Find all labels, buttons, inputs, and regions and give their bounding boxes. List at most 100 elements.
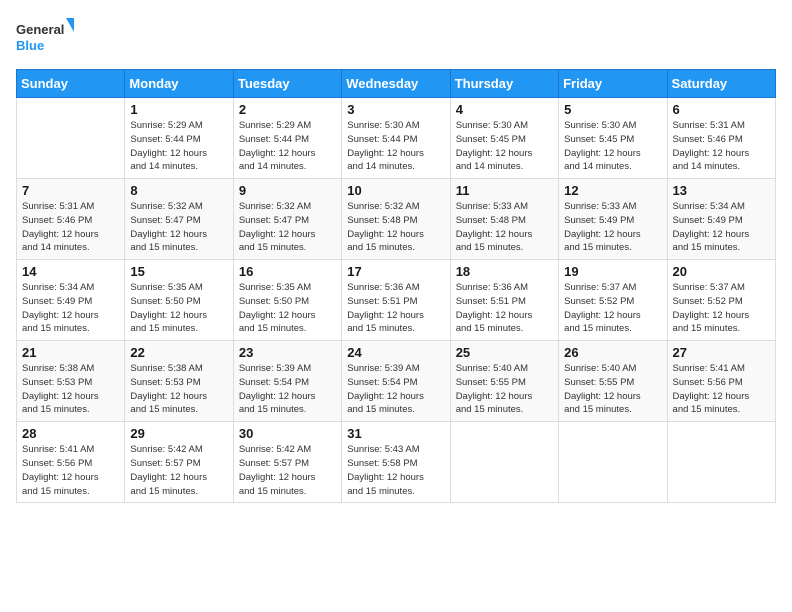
calendar-cell [559, 422, 667, 503]
header-row: SundayMondayTuesdayWednesdayThursdayFrid… [17, 70, 776, 98]
day-info: Sunrise: 5:41 AM Sunset: 5:56 PM Dayligh… [22, 443, 119, 498]
day-info: Sunrise: 5:32 AM Sunset: 5:47 PM Dayligh… [130, 200, 227, 255]
day-number: 4 [456, 102, 553, 117]
calendar-cell: 31 Sunrise: 5:43 AM Sunset: 5:58 PM Dayli… [342, 422, 450, 503]
day-number: 9 [239, 183, 336, 198]
day-number: 5 [564, 102, 661, 117]
day-info: Sunrise: 5:38 AM Sunset: 5:53 PM Dayligh… [130, 362, 227, 417]
day-info: Sunrise: 5:30 AM Sunset: 5:45 PM Dayligh… [564, 119, 661, 174]
svg-text:Blue: Blue [16, 38, 44, 53]
column-header-saturday: Saturday [667, 70, 775, 98]
week-row: 1Sunrise: 5:29 AM Sunset: 5:44 PM Daylig… [17, 98, 776, 179]
calendar-cell: 16 Sunrise: 5:35 AM Sunset: 5:50 PM Dayli… [233, 260, 341, 341]
day-number: 27 [673, 345, 770, 360]
calendar-cell: 22 Sunrise: 5:38 AM Sunset: 5:53 PM Dayli… [125, 341, 233, 422]
calendar-cell: 11 Sunrise: 5:33 AM Sunset: 5:48 PM Dayli… [450, 179, 558, 260]
calendar-cell: 3 Sunrise: 5:30 AM Sunset: 5:44 PM Daylig… [342, 98, 450, 179]
calendar-cell: 17 Sunrise: 5:36 AM Sunset: 5:51 PM Dayli… [342, 260, 450, 341]
day-info: Sunrise: 5:37 AM Sunset: 5:52 PM Dayligh… [673, 281, 770, 336]
calendar-cell: 19 Sunrise: 5:37 AM Sunset: 5:52 PM Dayli… [559, 260, 667, 341]
day-info: Sunrise: 5:29 AM Sunset: 5:44 PM Dayligh… [130, 119, 227, 174]
column-header-thursday: Thursday [450, 70, 558, 98]
day-number: 21 [22, 345, 119, 360]
calendar-cell: 9 Sunrise: 5:32 AM Sunset: 5:47 PM Daylig… [233, 179, 341, 260]
day-info: Sunrise: 5:40 AM Sunset: 5:55 PM Dayligh… [456, 362, 553, 417]
day-number: 30 [239, 426, 336, 441]
day-number: 10 [347, 183, 444, 198]
day-number: 11 [456, 183, 553, 198]
week-row: 7Sunrise: 5:31 AM Sunset: 5:46 PM Daylig… [17, 179, 776, 260]
calendar-cell [667, 422, 775, 503]
day-info: Sunrise: 5:35 AM Sunset: 5:50 PM Dayligh… [239, 281, 336, 336]
calendar-cell: 29Sunrise: 5:42 AM Sunset: 5:57 PM Dayli… [125, 422, 233, 503]
day-info: Sunrise: 5:37 AM Sunset: 5:52 PM Dayligh… [564, 281, 661, 336]
calendar-cell: 14 Sunrise: 5:34 AM Sunset: 5:49 PM Dayli… [17, 260, 125, 341]
calendar-cell: 26 Sunrise: 5:40 AM Sunset: 5:55 PM Dayli… [559, 341, 667, 422]
day-number: 23 [239, 345, 336, 360]
calendar-cell: 12Sunrise: 5:33 AM Sunset: 5:49 PM Dayli… [559, 179, 667, 260]
day-number: 2 [239, 102, 336, 117]
day-number: 22 [130, 345, 227, 360]
day-number: 28 [22, 426, 119, 441]
day-info: Sunrise: 5:35 AM Sunset: 5:50 PM Dayligh… [130, 281, 227, 336]
calendar-cell: 7Sunrise: 5:31 AM Sunset: 5:46 PM Daylig… [17, 179, 125, 260]
day-info: Sunrise: 5:38 AM Sunset: 5:53 PM Dayligh… [22, 362, 119, 417]
calendar-cell: 23Sunrise: 5:39 AM Sunset: 5:54 PM Dayli… [233, 341, 341, 422]
day-info: Sunrise: 5:41 AM Sunset: 5:56 PM Dayligh… [673, 362, 770, 417]
day-info: Sunrise: 5:39 AM Sunset: 5:54 PM Dayligh… [347, 362, 444, 417]
calendar-cell: 6Sunrise: 5:31 AM Sunset: 5:46 PM Daylig… [667, 98, 775, 179]
day-info: Sunrise: 5:34 AM Sunset: 5:49 PM Dayligh… [673, 200, 770, 255]
day-info: Sunrise: 5:34 AM Sunset: 5:49 PM Dayligh… [22, 281, 119, 336]
column-header-friday: Friday [559, 70, 667, 98]
day-info: Sunrise: 5:29 AM Sunset: 5:44 PM Dayligh… [239, 119, 336, 174]
calendar-cell: 8 Sunrise: 5:32 AM Sunset: 5:47 PM Daylig… [125, 179, 233, 260]
calendar-cell: 20 Sunrise: 5:37 AM Sunset: 5:52 PM Dayli… [667, 260, 775, 341]
calendar-cell: 15 Sunrise: 5:35 AM Sunset: 5:50 PM Dayli… [125, 260, 233, 341]
calendar-cell: 27 Sunrise: 5:41 AM Sunset: 5:56 PM Dayli… [667, 341, 775, 422]
day-number: 12 [564, 183, 661, 198]
week-row: 21 Sunrise: 5:38 AM Sunset: 5:53 PM Dayli… [17, 341, 776, 422]
day-number: 26 [564, 345, 661, 360]
calendar-cell [17, 98, 125, 179]
calendar-cell: 25 Sunrise: 5:40 AM Sunset: 5:55 PM Dayli… [450, 341, 558, 422]
day-info: Sunrise: 5:33 AM Sunset: 5:48 PM Dayligh… [456, 200, 553, 255]
day-number: 7 [22, 183, 119, 198]
day-info: Sunrise: 5:42 AM Sunset: 5:57 PM Dayligh… [239, 443, 336, 498]
day-number: 17 [347, 264, 444, 279]
week-row: 28 Sunrise: 5:41 AM Sunset: 5:56 PM Dayli… [17, 422, 776, 503]
day-number: 19 [564, 264, 661, 279]
day-number: 31 [347, 426, 444, 441]
day-info: Sunrise: 5:32 AM Sunset: 5:47 PM Dayligh… [239, 200, 336, 255]
day-number: 14 [22, 264, 119, 279]
calendar-cell: 1Sunrise: 5:29 AM Sunset: 5:44 PM Daylig… [125, 98, 233, 179]
column-header-wednesday: Wednesday [342, 70, 450, 98]
day-number: 16 [239, 264, 336, 279]
calendar-cell: 30 Sunrise: 5:42 AM Sunset: 5:57 PM Dayli… [233, 422, 341, 503]
calendar-cell: 4Sunrise: 5:30 AM Sunset: 5:45 PM Daylig… [450, 98, 558, 179]
calendar-cell: 5 Sunrise: 5:30 AM Sunset: 5:45 PM Daylig… [559, 98, 667, 179]
day-number: 13 [673, 183, 770, 198]
day-info: Sunrise: 5:32 AM Sunset: 5:48 PM Dayligh… [347, 200, 444, 255]
day-number: 25 [456, 345, 553, 360]
day-number: 29 [130, 426, 227, 441]
calendar-cell: 21 Sunrise: 5:38 AM Sunset: 5:53 PM Dayli… [17, 341, 125, 422]
calendar-cell: 13 Sunrise: 5:34 AM Sunset: 5:49 PM Dayli… [667, 179, 775, 260]
column-header-sunday: Sunday [17, 70, 125, 98]
day-number: 15 [130, 264, 227, 279]
day-info: Sunrise: 5:36 AM Sunset: 5:51 PM Dayligh… [347, 281, 444, 336]
day-number: 18 [456, 264, 553, 279]
day-number: 6 [673, 102, 770, 117]
calendar-cell: 2 Sunrise: 5:29 AM Sunset: 5:44 PM Daylig… [233, 98, 341, 179]
page-header: General Blue [16, 16, 776, 61]
day-info: Sunrise: 5:43 AM Sunset: 5:58 PM Dayligh… [347, 443, 444, 498]
calendar-cell: 10 Sunrise: 5:32 AM Sunset: 5:48 PM Dayli… [342, 179, 450, 260]
day-number: 20 [673, 264, 770, 279]
logo-svg: General Blue [16, 16, 76, 61]
day-info: Sunrise: 5:36 AM Sunset: 5:51 PM Dayligh… [456, 281, 553, 336]
calendar-cell: 28 Sunrise: 5:41 AM Sunset: 5:56 PM Dayli… [17, 422, 125, 503]
day-info: Sunrise: 5:30 AM Sunset: 5:44 PM Dayligh… [347, 119, 444, 174]
day-number: 8 [130, 183, 227, 198]
day-number: 3 [347, 102, 444, 117]
calendar-cell [450, 422, 558, 503]
day-info: Sunrise: 5:40 AM Sunset: 5:55 PM Dayligh… [564, 362, 661, 417]
